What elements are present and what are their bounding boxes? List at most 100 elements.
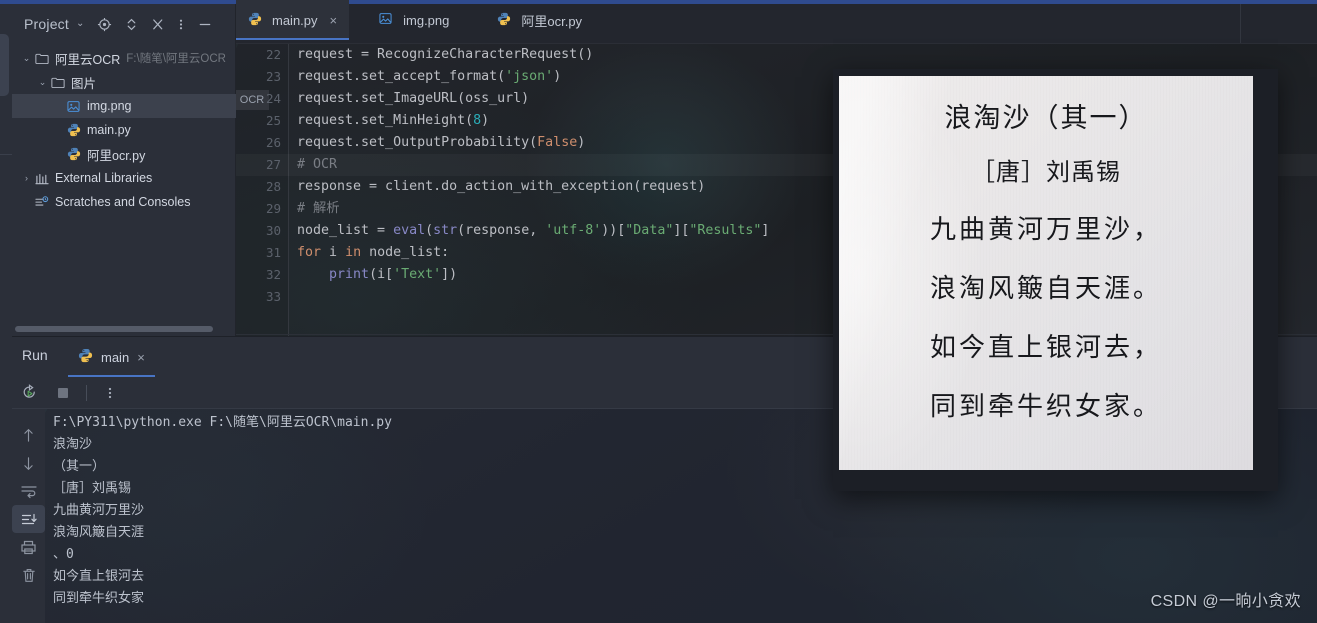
- code-token: ]): [441, 267, 458, 282]
- stop-icon[interactable]: [46, 377, 80, 409]
- editor-tab[interactable]: main.py ×: [236, 0, 350, 40]
- python-file-icon: [65, 147, 82, 161]
- code-token: (: [425, 223, 434, 238]
- tree-row-label: 图片: [71, 76, 97, 91]
- line-number: 28: [265, 179, 281, 194]
- line-number: 32: [265, 267, 281, 282]
- code-token: response = client.do_action_with_excepti…: [297, 179, 706, 194]
- python-file-icon: [78, 348, 93, 366]
- editor-tab-label: img.png: [403, 12, 450, 28]
- line-number: 31: [265, 245, 281, 260]
- chevron-right-icon[interactable]: ›: [20, 173, 33, 183]
- console-line: ［唐］刘禹锡: [53, 481, 132, 496]
- code-text: print(i['Text']): [297, 264, 457, 286]
- code-text: request = RecognizeCharacterRequest(): [297, 44, 593, 66]
- tree-row[interactable]: Scratches and Consoles: [12, 190, 236, 214]
- poem-verse: 同到牵牛织女家。: [929, 392, 1162, 422]
- active-tab-indicator: [236, 38, 350, 40]
- code-token: ))[: [601, 223, 626, 238]
- line-number: 26: [265, 135, 281, 150]
- more-options-icon[interactable]: [93, 377, 127, 409]
- run-tab-label: main: [101, 349, 130, 365]
- code-token: print: [329, 267, 370, 282]
- run-configuration-tab[interactable]: main ×: [68, 337, 155, 377]
- line-number: 23: [265, 69, 281, 84]
- python-file-icon: [248, 12, 264, 29]
- tree-row-label: External Libraries: [55, 171, 153, 185]
- clear-all-icon[interactable]: [12, 561, 45, 589]
- soft-wrap-icon[interactable]: [12, 477, 45, 505]
- libraries-icon: [33, 172, 50, 185]
- code-token: # OCR: [297, 157, 338, 172]
- expand-collapse-icon[interactable]: [125, 17, 138, 32]
- chevron-down-icon[interactable]: ⌄: [36, 77, 49, 88]
- console-line: （其一）: [53, 459, 106, 474]
- code-token: request.set_OutputProbability(: [297, 135, 538, 150]
- chevron-down-icon[interactable]: ⌄: [20, 53, 33, 64]
- tree-row[interactable]: 阿里ocr.py: [12, 142, 236, 166]
- tree-row-label: 阿里ocr.py: [87, 148, 146, 163]
- chevron-down-icon[interactable]: ⌄: [76, 18, 84, 29]
- editor-tab[interactable]: 阿里ocr.py: [485, 0, 594, 40]
- tree-row[interactable]: › External Libraries: [12, 166, 236, 190]
- scratches-icon: [33, 195, 50, 209]
- code-token: in: [345, 245, 362, 260]
- run-panel-title: Run: [22, 347, 48, 363]
- more-options-icon[interactable]: [178, 17, 184, 32]
- tree-row[interactable]: img.png: [12, 94, 236, 118]
- scroll-up-icon[interactable]: [12, 421, 45, 449]
- line-number: 24: [265, 91, 281, 106]
- line-number: 29: [265, 201, 281, 216]
- print-icon[interactable]: [12, 533, 45, 561]
- image-preview-content: 浪淘沙（其一） ［唐］刘禹锡 九曲黄河万里沙， 浪淘风簸自天涯。 如今直上银河去…: [839, 76, 1253, 470]
- code-token: request.set_accept_format(: [297, 69, 506, 84]
- code-token: 'json': [505, 69, 554, 84]
- collapse-all-icon[interactable]: [151, 17, 165, 32]
- tree-row-label: img.png: [87, 99, 132, 113]
- code-token: request.set_MinHeight(: [297, 113, 474, 128]
- poem-verse: 九曲黄河万里沙，: [929, 215, 1162, 245]
- hide-panel-icon[interactable]: [197, 17, 213, 32]
- code-text: request.set_accept_format('json'): [297, 66, 561, 88]
- rerun-icon[interactable]: [12, 377, 46, 409]
- code-token: request = RecognizeCharacterRequest(): [297, 47, 594, 62]
- close-icon[interactable]: ×: [330, 13, 338, 28]
- tree-row[interactable]: ⌄ 图片: [12, 70, 236, 94]
- console-side-toolbar: [12, 409, 45, 623]
- code-text: request.set_OutputProbability(False): [297, 132, 585, 154]
- project-file-tree[interactable]: ⌄ 阿里云OCR F:\随笔\阿里云OCR ⌄ 图片 img.png main.py 阿里oc…: [12, 46, 236, 324]
- code-token: "Results": [689, 223, 762, 238]
- code-text: request.set_MinHeight(8): [297, 110, 489, 132]
- tree-row-path: F:\随笔\阿里云OCR: [126, 53, 226, 65]
- locate-icon[interactable]: [97, 17, 112, 32]
- image-file-icon: [65, 100, 82, 113]
- editor-tab[interactable]: img.png: [367, 0, 461, 40]
- toolbar-divider: [86, 384, 87, 401]
- code-token: node_list:: [361, 245, 450, 260]
- project-horizontal-scrollbar[interactable]: [15, 326, 213, 332]
- poem-title: 浪淘沙（其一）: [944, 103, 1148, 134]
- line-number: 22: [265, 47, 281, 62]
- code-token: (i[: [369, 267, 394, 282]
- pycharm-window: Project ⌄ ⌄ 阿里云OCR F:\随笔\阿里云OCR ⌄ 图片 img.png m…: [0, 0, 1317, 623]
- code-token: 8: [473, 113, 482, 128]
- project-tool-strip-button[interactable]: [0, 34, 9, 96]
- scroll-to-end-icon[interactable]: [12, 505, 45, 533]
- watermark: CSDN @一晌小贪欢: [1150, 593, 1301, 610]
- code-token: str: [433, 223, 458, 238]
- strip-divider: [0, 154, 12, 155]
- image-preview-popup[interactable]: 浪淘沙（其一） ［唐］刘禹锡 九曲黄河万里沙， 浪淘风簸自天涯。 如今直上银河去…: [833, 69, 1278, 491]
- project-panel-title[interactable]: Project: [24, 16, 69, 32]
- folder-icon: [33, 52, 50, 65]
- tree-row[interactable]: main.py: [12, 118, 236, 142]
- project-panel-header: Project ⌄: [12, 4, 236, 44]
- close-icon[interactable]: ×: [137, 350, 145, 365]
- code-token: ][: [673, 223, 690, 238]
- line-number: 30: [265, 223, 281, 238]
- code-line[interactable]: 22 request = RecognizeCharacterRequest(): [236, 44, 1317, 66]
- scroll-down-icon[interactable]: [12, 449, 45, 477]
- code-token: ): [481, 113, 490, 128]
- tree-row[interactable]: ⌄ 阿里云OCR F:\随笔\阿里云OCR: [12, 46, 236, 70]
- code-token: (response,: [457, 223, 546, 238]
- code-token: ): [553, 69, 562, 84]
